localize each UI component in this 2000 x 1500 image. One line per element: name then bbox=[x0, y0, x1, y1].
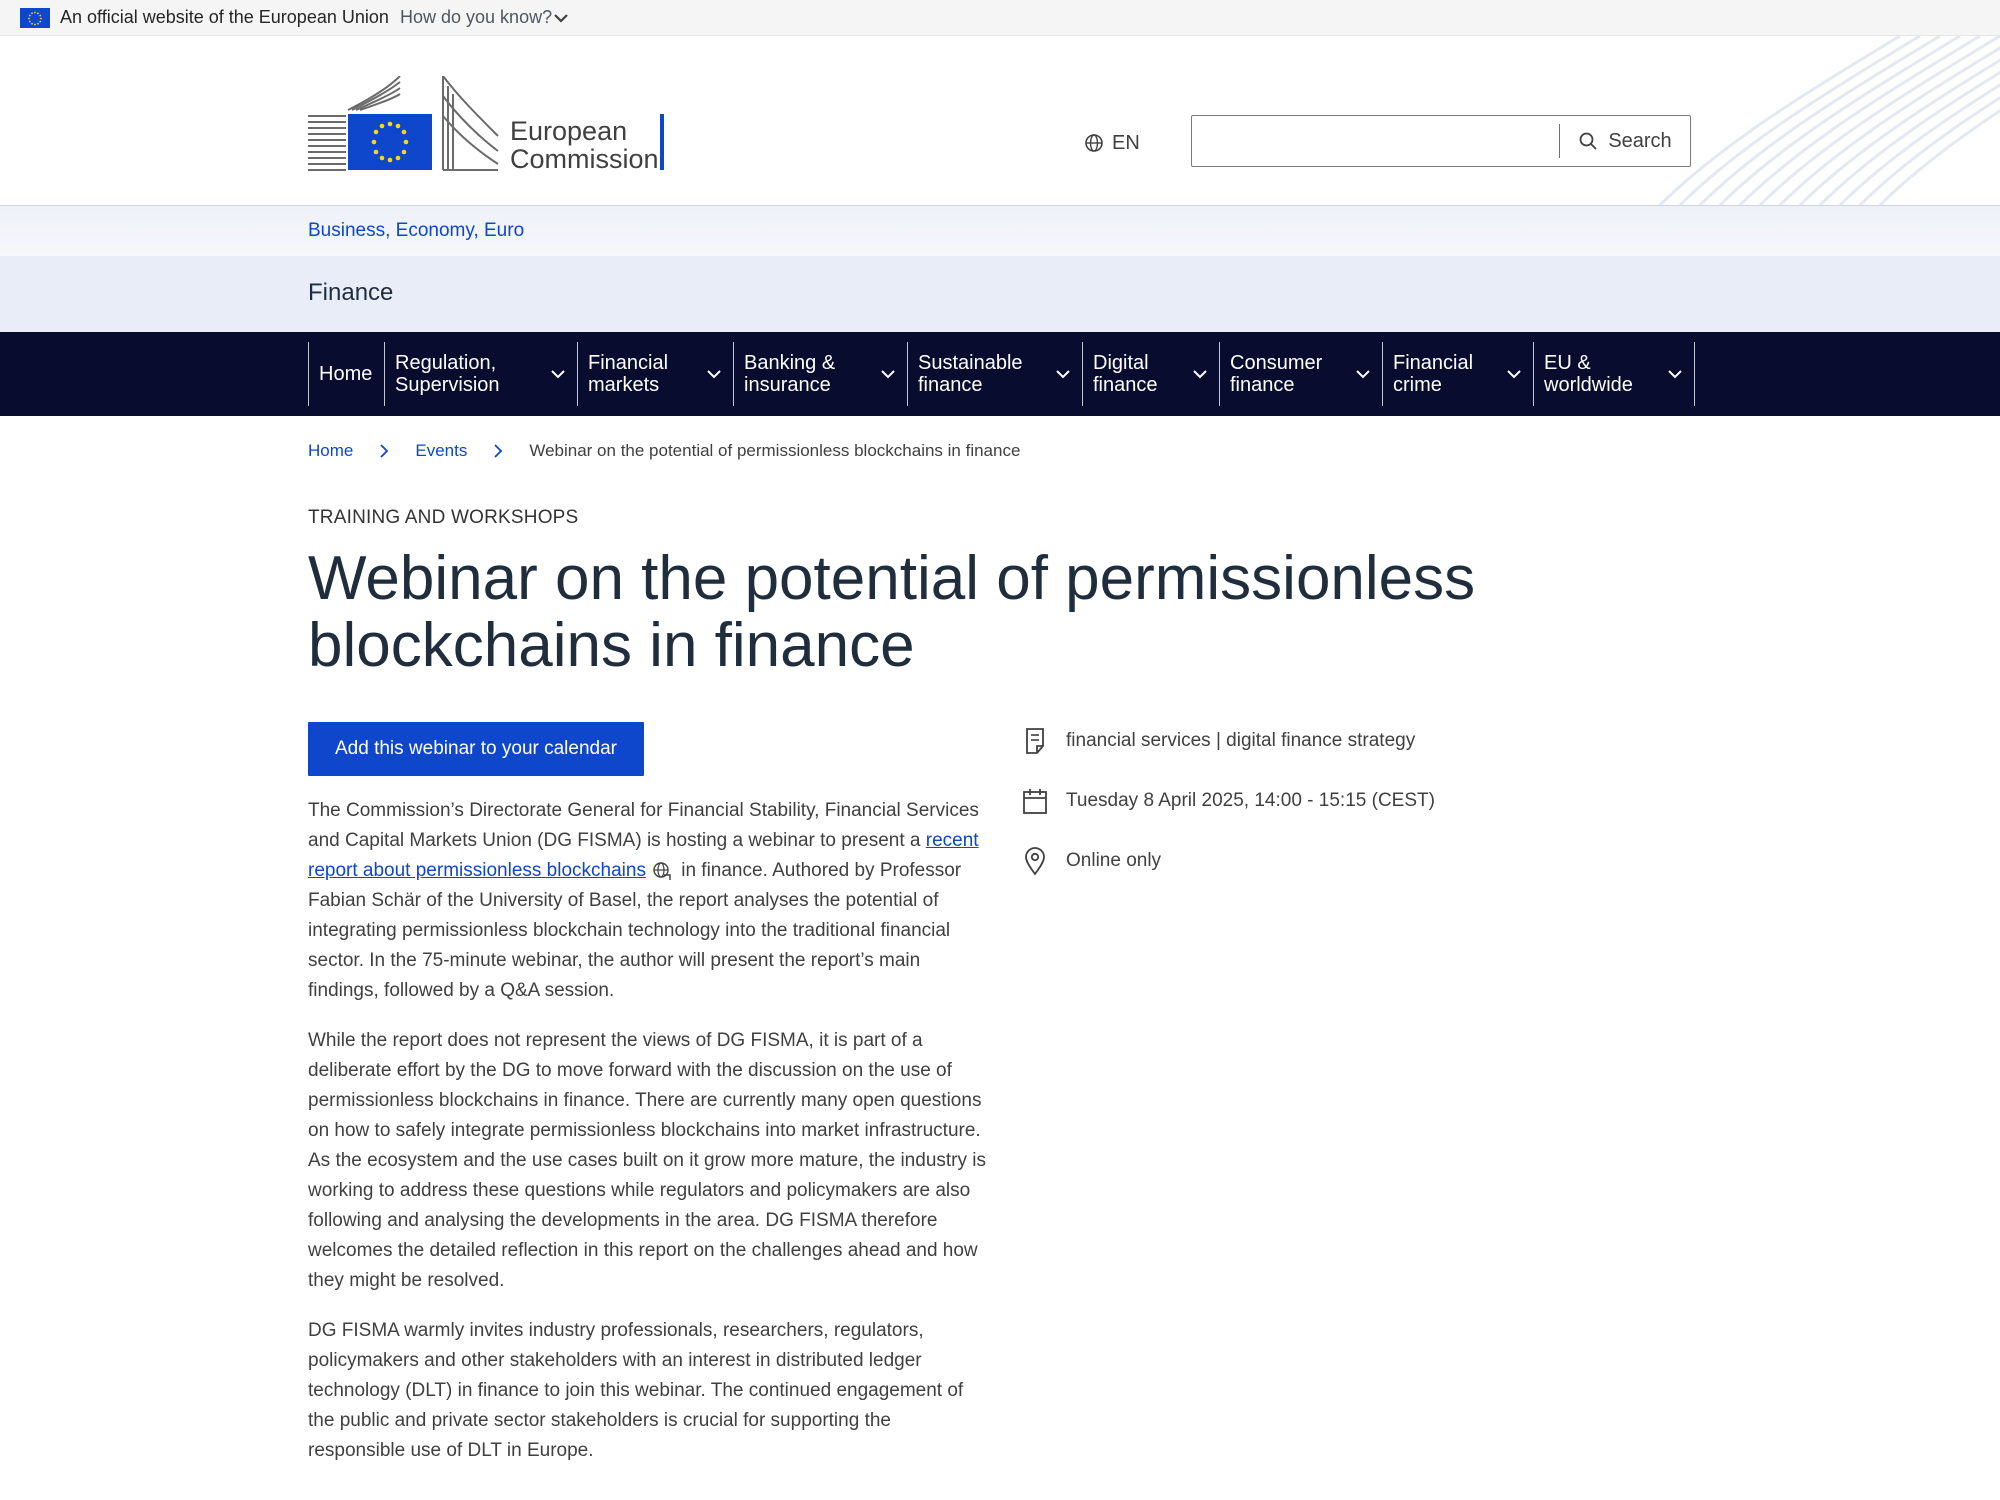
nav-item-label: Home bbox=[319, 363, 373, 385]
search-icon bbox=[1579, 132, 1597, 150]
chevron-down-icon bbox=[881, 370, 895, 379]
breadcrumb-current: Webinar on the potential of permissionle… bbox=[529, 441, 1021, 460]
nav-item-label: EU & worldwide bbox=[1544, 352, 1633, 396]
nav-item-label: Financial markets bbox=[588, 352, 669, 396]
site-header: European Commission EN Search bbox=[0, 36, 2000, 206]
add-to-calendar-button[interactable]: Add this webinar to your calendar bbox=[308, 722, 644, 776]
chevron-right-icon bbox=[494, 444, 503, 458]
main-navigation: Home Regulation, Supervision Financial m… bbox=[0, 332, 2000, 416]
nav-item-consumer-finance[interactable]: Consumer finance bbox=[1219, 342, 1382, 406]
breadcrumb: Home Events Webinar on the potential of … bbox=[308, 441, 1020, 461]
official-website-text: An official website of the European Unio… bbox=[60, 7, 389, 27]
page-group-title: Finance bbox=[308, 279, 394, 306]
search-button[interactable]: Search bbox=[1560, 116, 1690, 166]
nav-item-sustainable-finance[interactable]: Sustainable finance bbox=[907, 342, 1082, 406]
page-group-band: Finance bbox=[0, 256, 2000, 332]
invitation-paragraph: DG FISMA warmly invites industry profess… bbox=[308, 1320, 964, 1461]
nav-item-label: Banking & insurance bbox=[744, 352, 836, 396]
chevron-down-icon bbox=[1668, 370, 1682, 379]
how-do-you-know-link[interactable]: How do you know? bbox=[400, 7, 552, 28]
nav-item-label: Financial crime bbox=[1393, 352, 1474, 396]
breadcrumb-home[interactable]: Home bbox=[308, 441, 353, 461]
nav-item-eu-worldwide[interactable]: EU & worldwide bbox=[1533, 342, 1695, 406]
language-code: EN bbox=[1112, 131, 1140, 154]
external-link-icon bbox=[653, 862, 671, 880]
search-form: Search bbox=[1191, 115, 1691, 167]
chevron-down-icon bbox=[707, 370, 721, 379]
european-commission-logo[interactable]: European Commission bbox=[308, 75, 668, 176]
event-date: Tuesday 8 April 2025, 14:00 - 15:15 (CES… bbox=[1020, 786, 1620, 816]
logo-text-commission: Commission bbox=[510, 144, 659, 174]
eu-official-bar: An official website of the European Unio… bbox=[0, 0, 2000, 36]
search-input[interactable] bbox=[1193, 117, 1558, 165]
chevron-down-icon bbox=[1056, 370, 1070, 379]
nav-item-financial-markets[interactable]: Financial markets bbox=[577, 342, 733, 406]
page: An official website of the European Unio… bbox=[0, 0, 2000, 1500]
search-button-label: Search bbox=[1608, 129, 1672, 152]
chevron-down-icon bbox=[1193, 370, 1207, 379]
nav-item-financial-crime[interactable]: Financial crime bbox=[1382, 342, 1533, 406]
nav-item-label: Sustainable finance bbox=[918, 352, 1023, 396]
site-name-link[interactable]: Business, Economy, Euro bbox=[308, 220, 524, 242]
chevron-down-icon[interactable] bbox=[552, 9, 570, 27]
logo-text-european: European bbox=[510, 116, 627, 146]
content-type-label: TRAINING AND WORKSHOPS bbox=[308, 507, 579, 528]
nav-item-banking-insurance[interactable]: Banking & insurance bbox=[733, 342, 907, 406]
chevron-right-icon bbox=[380, 444, 389, 458]
event-location: Online only bbox=[1020, 846, 1620, 876]
intro-text-after: in finance. Authored by Professor Fabian… bbox=[308, 860, 962, 1001]
event-topics-text: financial services | digital finance str… bbox=[1066, 730, 1416, 751]
nav-item-label: Digital finance bbox=[1093, 352, 1158, 396]
page-title: Webinar on the potential of permissionle… bbox=[308, 544, 1476, 680]
nav-item-regulation-supervision[interactable]: Regulation, Supervision bbox=[384, 342, 577, 406]
nav-item-digital-finance[interactable]: Digital finance bbox=[1082, 342, 1219, 406]
chevron-down-icon bbox=[1507, 370, 1521, 379]
document-icon bbox=[1026, 728, 1044, 754]
chevron-down-icon bbox=[551, 370, 565, 379]
ec-logo-icon: European Commission bbox=[308, 75, 664, 174]
globe-icon bbox=[1085, 134, 1103, 152]
chevron-down-icon bbox=[1356, 370, 1370, 379]
context-paragraph: While the report does not represent the … bbox=[308, 1030, 986, 1291]
event-topics: financial services | digital finance str… bbox=[1020, 726, 1620, 756]
event-location-text: Online only bbox=[1066, 850, 1162, 871]
intro-text-before: The Commission’s Directorate General for… bbox=[308, 800, 979, 851]
intro-paragraph: The Commission’s Directorate General for… bbox=[308, 796, 988, 1006]
nav-item-home[interactable]: Home bbox=[308, 342, 384, 406]
breadcrumb-events[interactable]: Events bbox=[415, 441, 467, 461]
nav-item-label: Regulation, Supervision bbox=[395, 352, 500, 396]
location-pin-icon bbox=[1025, 847, 1045, 876]
nav-item-label: Consumer finance bbox=[1230, 352, 1323, 396]
site-name-band: Business, Economy, Euro bbox=[0, 206, 2000, 256]
language-selector[interactable]: EN bbox=[1084, 130, 1140, 156]
eu-flag-icon bbox=[20, 8, 50, 28]
event-date-text: Tuesday 8 April 2025, 14:00 - 15:15 (CES… bbox=[1066, 790, 1435, 811]
calendar-icon bbox=[1023, 789, 1047, 814]
